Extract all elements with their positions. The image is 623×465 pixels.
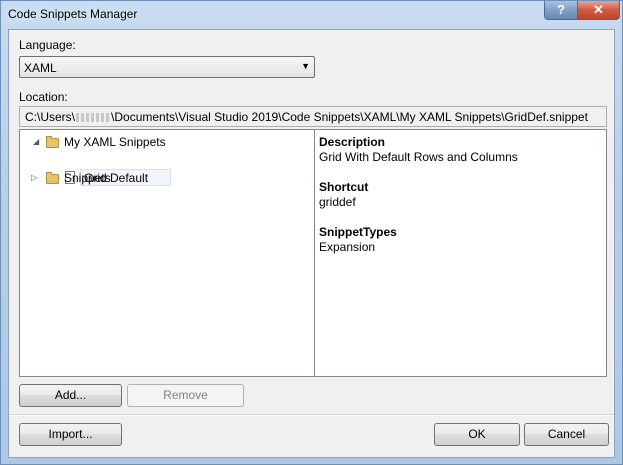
code-snippets-manager-window: Code Snippets Manager ? ✕ Language: XAML… bbox=[0, 0, 623, 465]
folder-icon bbox=[46, 172, 59, 184]
divider bbox=[9, 414, 614, 416]
import-button[interactable]: Import... bbox=[19, 423, 122, 446]
tree-item-snippets[interactable]: ▷ Snippets bbox=[20, 170, 310, 186]
help-button[interactable]: ? bbox=[544, 1, 578, 20]
language-dropdown[interactable]: XAML ▼ bbox=[19, 56, 315, 78]
redacted-username bbox=[76, 113, 111, 123]
close-icon: ✕ bbox=[593, 2, 604, 17]
folder-open-icon bbox=[46, 136, 59, 148]
tree-item-label: My XAML Snippets bbox=[64, 135, 166, 149]
shortcut-heading: Shortcut bbox=[319, 180, 369, 194]
chevron-down-icon: ▼ bbox=[301, 61, 310, 71]
language-label: Language: bbox=[19, 38, 76, 52]
snippet-details-panel: Description Grid With Default Rows and C… bbox=[315, 129, 607, 377]
collapsed-arrow-icon[interactable]: ▷ bbox=[31, 173, 37, 182]
snippet-types-heading: SnippetTypes bbox=[319, 225, 397, 239]
remove-button[interactable]: Remove bbox=[127, 384, 244, 407]
description-value: Grid With Default Rows and Columns bbox=[319, 150, 518, 164]
help-icon: ? bbox=[557, 2, 565, 17]
close-button[interactable]: ✕ bbox=[577, 1, 620, 20]
dialog-client-area: Language: XAML ▼ Location: C:\Users\ \Doc… bbox=[8, 29, 615, 458]
tree-item-my-xaml-snippets[interactable]: ◢ My XAML Snippets bbox=[20, 134, 310, 150]
expanded-arrow-icon[interactable]: ◢ bbox=[33, 137, 39, 146]
snippet-types-value: Expansion bbox=[319, 240, 376, 254]
language-selected-value: XAML bbox=[24, 61, 57, 75]
window-title: Code Snippets Manager bbox=[8, 7, 138, 21]
snippet-tree[interactable]: ◢ My XAML Snippets Grid Default ▷ Snippe… bbox=[19, 129, 315, 377]
cancel-button[interactable]: Cancel bbox=[524, 423, 609, 446]
shortcut-value: griddef bbox=[319, 195, 356, 209]
tree-item-label: Snippets bbox=[64, 171, 111, 185]
location-field[interactable]: C:\Users\ \Documents\Visual Studio 2019\C… bbox=[19, 106, 607, 127]
description-heading: Description bbox=[319, 135, 386, 149]
location-label: Location: bbox=[19, 90, 68, 104]
location-path-suffix: \Documents\Visual Studio 2019\Code Snipp… bbox=[111, 110, 588, 124]
ok-button[interactable]: OK bbox=[434, 423, 520, 446]
location-path-prefix: C:\Users\ bbox=[25, 110, 76, 124]
add-button[interactable]: Add... bbox=[19, 384, 122, 407]
title-bar[interactable]: Code Snippets Manager ? ✕ bbox=[1, 1, 622, 27]
